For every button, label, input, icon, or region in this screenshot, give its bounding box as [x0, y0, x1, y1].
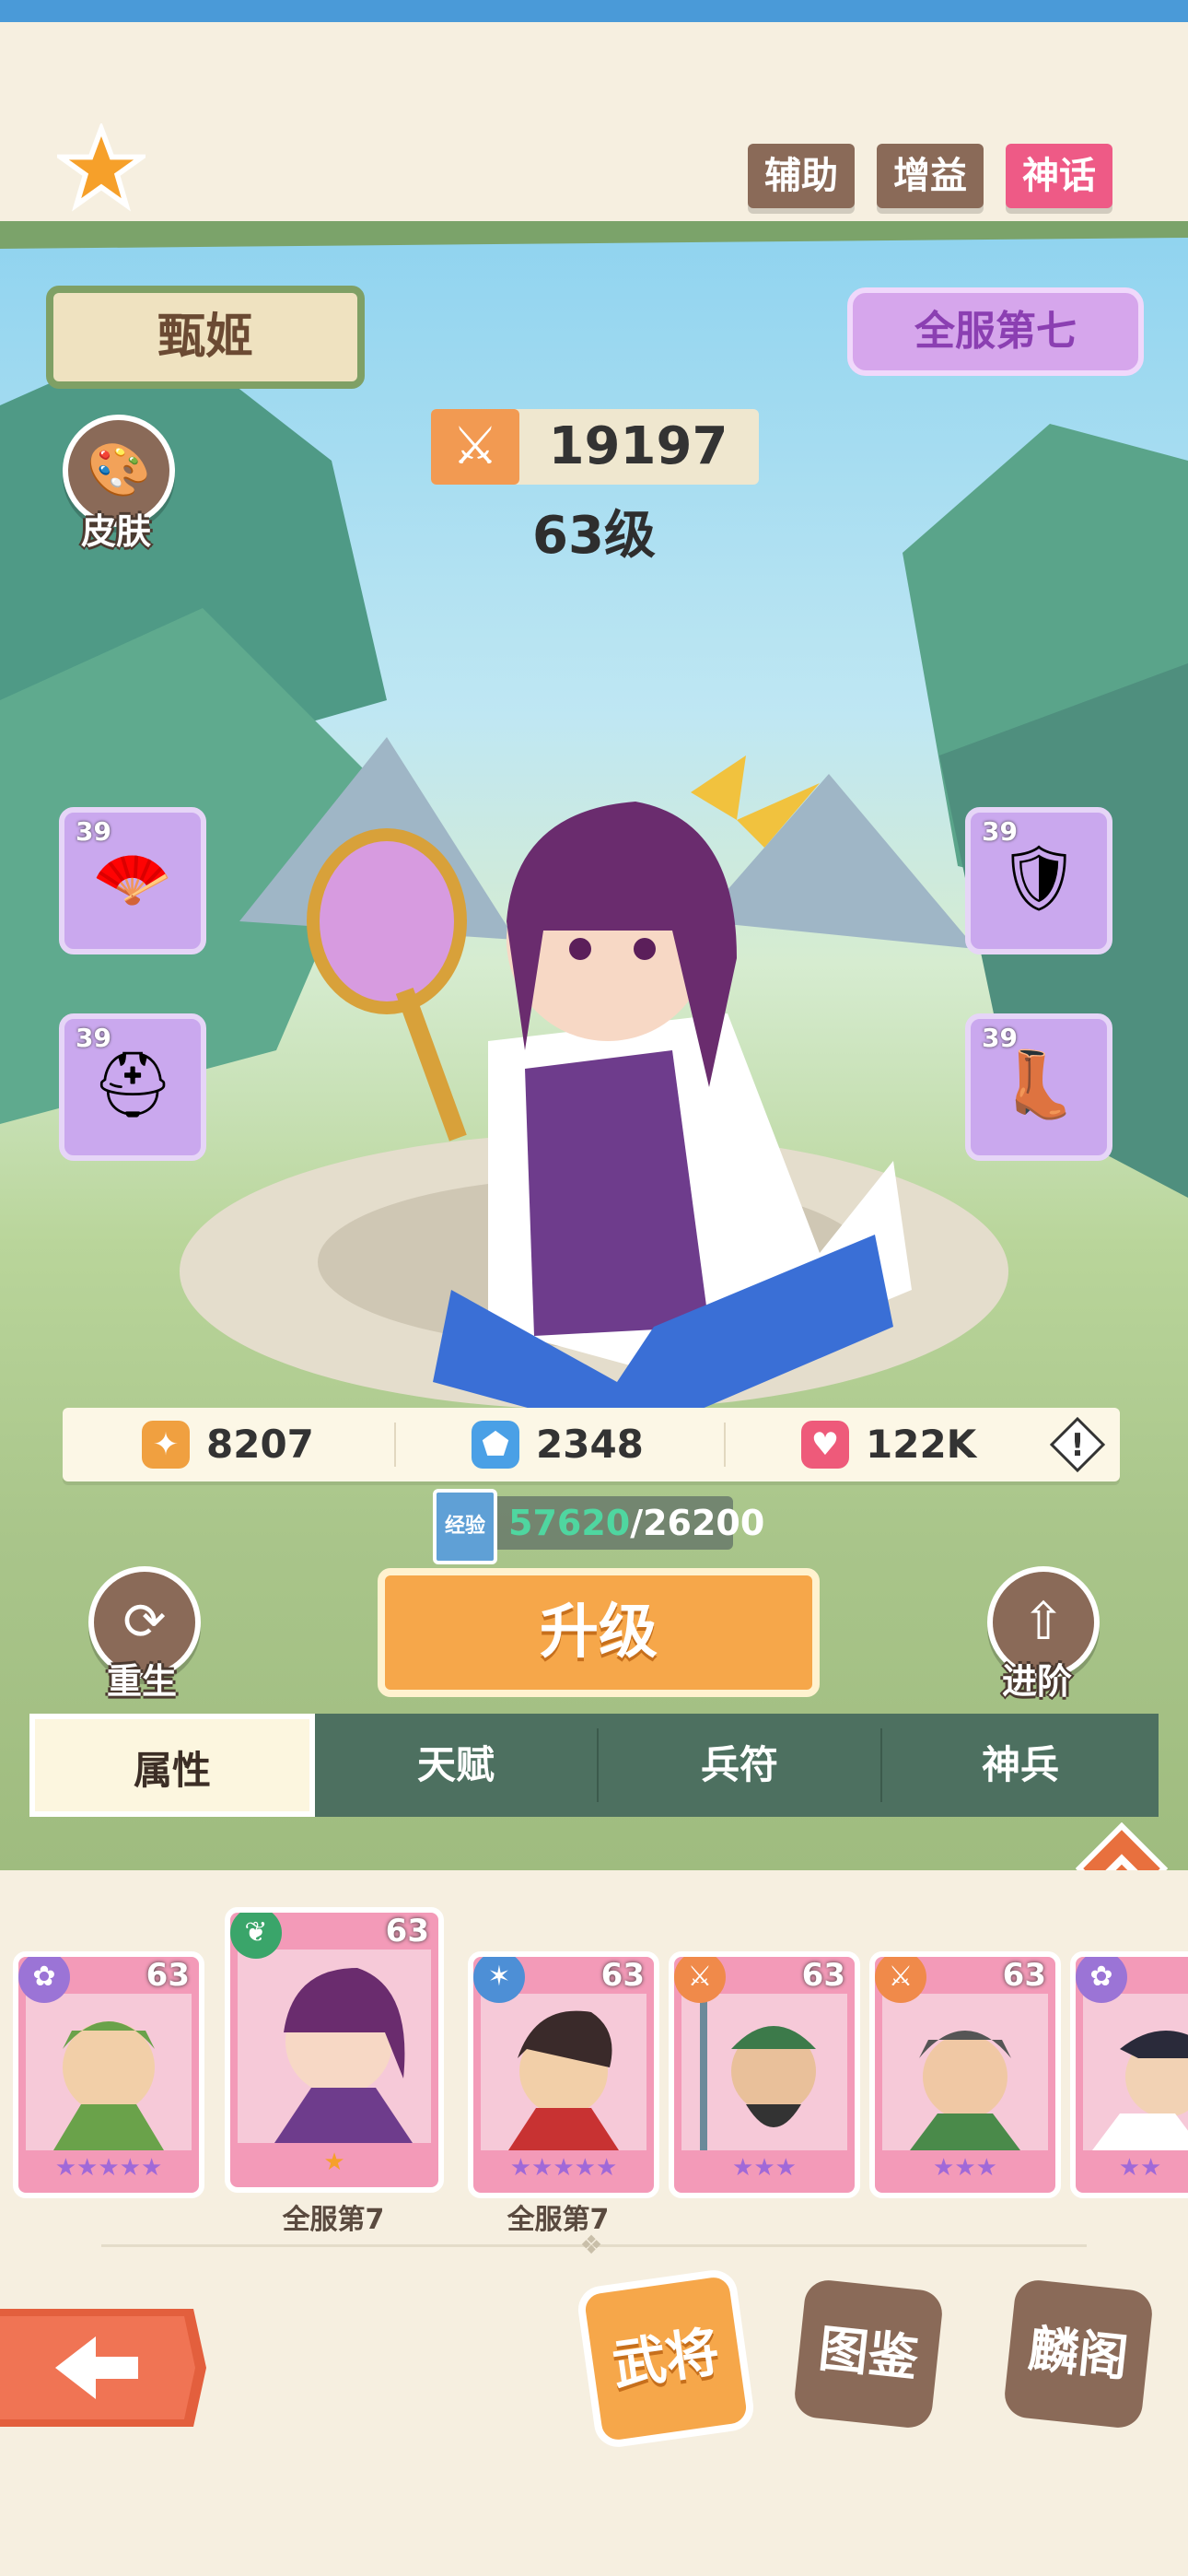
card-level: 63 [801, 1957, 845, 1994]
advance-label: 进阶 [1001, 1661, 1072, 1702]
tab-tally[interactable]: 兵符 [599, 1714, 880, 1817]
back-button[interactable] [0, 2309, 206, 2427]
hero-level: 63级 [532, 506, 656, 566]
combat-power-value: 19197 [548, 416, 728, 476]
arrow-up-icon: ⇧ [1021, 1592, 1066, 1652]
exp-book-icon: 经验 [433, 1489, 497, 1564]
tab-divine-weapon[interactable]: 神兵 [882, 1714, 1159, 1817]
nav-heroes-button[interactable]: 武将 [575, 2266, 757, 2451]
tab-talent[interactable]: 天赋 [315, 1714, 597, 1817]
class-badge-icon: ✿ [18, 1957, 70, 2003]
equip-slot-boots[interactable]: 39 👢 [965, 1013, 1112, 1161]
combat-power: ⚔ 19197 [431, 409, 759, 485]
nav-pavilion-button[interactable]: 麟阁 [1002, 2277, 1155, 2430]
tag-mythic: 神话 [1006, 144, 1112, 208]
palette-icon: 🎨 [87, 440, 151, 500]
class-badge-icon: ✿ [1076, 1957, 1127, 2003]
roster-card[interactable]: ⚔ 63 ★★★ [669, 1951, 860, 2198]
class-badge-icon: ⚔ [875, 1957, 926, 2003]
favorite-star-icon[interactable] [52, 121, 151, 212]
roster-card-selected[interactable]: ❦ 63 ★ [225, 1907, 444, 2193]
roster-card[interactable]: ⚔ 63 ★★★ [869, 1951, 1061, 2198]
card-rank-caption: 全服第7 [507, 2204, 610, 2236]
exp-text: 57620/26200 [508, 1496, 764, 1550]
server-rank-badge: 全服第七 [847, 287, 1144, 376]
equip-slot-armor[interactable]: 39 🛡 [965, 807, 1112, 954]
tag-buff: 增益 [877, 144, 984, 208]
nav-codex-button[interactable]: 图鉴 [792, 2277, 945, 2430]
class-badge-icon: ✶ [473, 1957, 525, 2003]
star-rating: ★★★ [933, 2154, 997, 2182]
crossed-swords-icon: ⚔ [431, 409, 519, 485]
hp-value: 122K [866, 1422, 977, 1467]
hero-portrait [238, 1950, 431, 2143]
star-rating: ★★★ [732, 2154, 797, 2182]
class-badge-icon: ⚔ [674, 1957, 726, 2003]
refresh-icon: ⟳ [122, 1592, 167, 1652]
rebirth-label: 重生 [106, 1661, 177, 1702]
ornament-icon: ❖ [579, 2230, 603, 2260]
upgrade-button[interactable]: 升级 [378, 1568, 820, 1697]
detail-tabs: 属性 天赋 兵符 神兵 [29, 1714, 1159, 1817]
hp-heart-icon: ♥ [801, 1421, 849, 1469]
roster-card[interactable]: ✿ ★★ [1070, 1951, 1188, 2198]
experience-bar: 经验 57620/26200 [433, 1489, 764, 1564]
star-rating: ★ [323, 2149, 345, 2176]
hero-portrait [481, 1994, 646, 2150]
defense-value: 2348 [536, 1422, 644, 1467]
attack-icon: ✦ [142, 1421, 190, 1469]
card-rank-caption: 全服第7 [282, 2204, 385, 2236]
skin-label: 皮肤 [80, 511, 151, 552]
equip-slot-helmet[interactable]: 39 ⛑ [59, 1013, 206, 1161]
exp-separator: / [630, 1503, 644, 1543]
hero-stats-bar: ✦ 8207 ⬟ 2348 ♥ 122K ! [63, 1408, 1120, 1481]
hero-portrait [681, 1994, 847, 2150]
roster-card[interactable]: ✶ 63 ★★★★★ [468, 1951, 659, 2198]
hero-portrait [1083, 1994, 1188, 2150]
hero-portrait [26, 1994, 192, 2150]
roster-card[interactable]: ✿ 63 ★★★★★ [13, 1951, 204, 2198]
star-rating: ★★★★★ [54, 2154, 163, 2182]
equip-slot-weapon[interactable]: 39 🪭 [59, 807, 206, 954]
hero-portrait [882, 1994, 1048, 2150]
boots-icon: 👢 [998, 1047, 1079, 1122]
divider [394, 1423, 396, 1467]
hero-name-plate: 甄姬 [46, 286, 365, 389]
defense-icon: ⬟ [472, 1421, 519, 1469]
fan-icon: 🪭 [92, 840, 173, 916]
svg-text:!: ! [1070, 1427, 1085, 1464]
star-rating: ★★★★★ [509, 2154, 618, 2182]
armor-icon: 🛡 [997, 840, 1080, 916]
star-rating: ★★ [1118, 2154, 1162, 2182]
class-badge-icon: ❦ [230, 1913, 282, 1959]
card-level: 63 [600, 1957, 645, 1994]
tab-attributes[interactable]: 属性 [29, 1714, 315, 1817]
attack-value: 8207 [206, 1422, 314, 1467]
helmet-icon: ⛑ [91, 1047, 174, 1122]
card-level: 63 [146, 1957, 190, 1994]
tag-support: 辅助 [748, 144, 855, 208]
status-stripe [0, 0, 1188, 22]
card-level: 63 [1002, 1957, 1046, 1994]
exp-required: 26200 [643, 1503, 765, 1543]
exp-current: 57620 [508, 1503, 631, 1543]
info-warning-icon[interactable]: ! [1049, 1416, 1106, 1473]
divider [724, 1423, 726, 1467]
card-level: 63 [385, 1913, 429, 1950]
